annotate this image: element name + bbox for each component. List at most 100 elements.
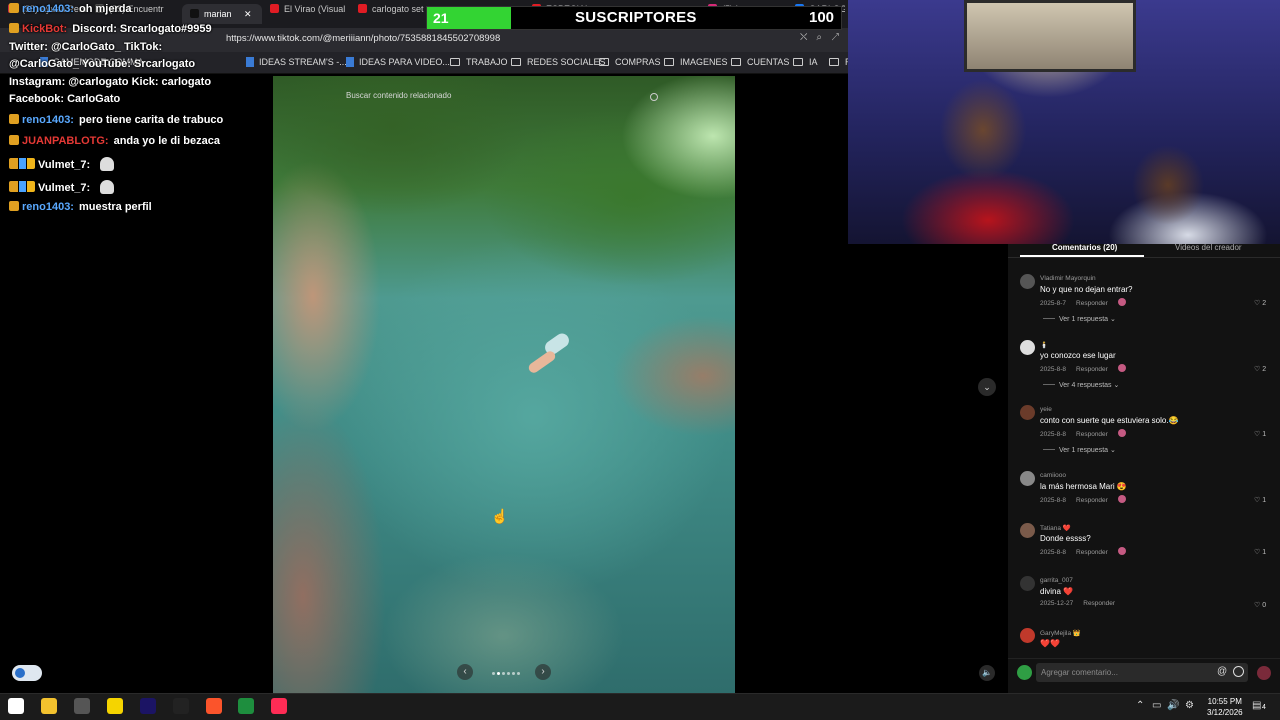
bookmark-label: REDES SOCIALES [527, 57, 606, 67]
chat-message: KickBot: Discord: Srcarlogato#9959 [9, 23, 212, 35]
bookmark-item[interactable]: REDES SOCIALES [511, 57, 606, 67]
comment-date: 2025-8-8 [1040, 431, 1067, 438]
reply-button[interactable]: Responder [1076, 497, 1108, 504]
volume-icon[interactable]: 🔈 [979, 665, 995, 681]
browser-tab[interactable]: El Virao (Visual [270, 4, 355, 24]
comment-username[interactable]: 🕯️ [1040, 341, 1048, 349]
sticky-notes-icon[interactable] [107, 698, 123, 714]
comment-username[interactable]: camiiooo [1040, 472, 1066, 479]
file-explorer-icon[interactable] [41, 698, 57, 714]
like-button[interactable]: ♡ 1 [1254, 496, 1266, 504]
heart-icon: ♡ [1254, 300, 1263, 307]
divider [1043, 449, 1055, 450]
creator-liked-icon [1117, 429, 1126, 437]
like-count: 1 [1262, 497, 1267, 504]
like-button[interactable]: ♡ 1 [1254, 548, 1266, 556]
comment-date: 2025-8-7 [1040, 300, 1067, 307]
subscriber-count: 21 [433, 10, 449, 26]
avatar[interactable] [1020, 471, 1035, 486]
reply-button[interactable]: Responder [1076, 431, 1108, 438]
avatar[interactable] [1020, 523, 1035, 538]
heart-icon: ♡ [1254, 431, 1263, 438]
bookmark-item[interactable]: COMPRAS [599, 57, 661, 67]
chat-text: Twitter: @CarloGato_ TikTok: [9, 41, 163, 53]
browser-tab[interactable]: marian ✕ [182, 4, 262, 24]
avatar[interactable] [1020, 628, 1035, 643]
translate-icon[interactable]: ⛌ [800, 32, 816, 43]
view-replies-button[interactable]: Ver 4 respuestas ⌄ [1043, 381, 1119, 389]
tab-comments[interactable]: Comentarios (20) [1052, 243, 1117, 252]
reply-button[interactable]: Responder [1083, 600, 1115, 607]
carousel-prev-button[interactable]: ‹ [457, 664, 473, 680]
url-text[interactable]: https://www.tiktok.com/@meriiiann/photo/… [226, 33, 500, 44]
chat-message: Instagram: @carlogato Kick: carlogato [9, 76, 211, 88]
like-button[interactable]: ♡ 2 [1254, 365, 1266, 373]
bookmark-item[interactable]: CUENTAS [731, 57, 789, 67]
carousel-next-button[interactable]: › [535, 664, 551, 680]
toggle-switch[interactable] [12, 665, 42, 681]
ghost-emote-icon [100, 180, 115, 194]
like-count: 1 [1262, 549, 1267, 556]
bookmark-item[interactable]: IMAGENES [664, 57, 728, 67]
chat-text: anda yo le di bezaca [113, 135, 220, 147]
comment-username[interactable]: yeie [1040, 406, 1052, 413]
creator-liked-icon [1117, 364, 1126, 372]
bookmark-label: IDEAS STREAM'S -... [259, 57, 347, 67]
speaker-icon[interactable]: 🔊 [1167, 700, 1179, 711]
clock[interactable]: 10:55 PM 3/12/2026 [1207, 696, 1243, 718]
avatar[interactable] [1020, 576, 1035, 591]
capcut-icon[interactable] [173, 698, 189, 714]
chevron-up-icon[interactable]: ⌃ [1136, 700, 1144, 711]
chat-message: Facebook: CarloGato [9, 93, 120, 105]
mention-icon[interactable]: @ [1217, 666, 1227, 677]
like-button[interactable]: ♡ 0 [1254, 601, 1266, 609]
chevron-down-icon[interactable]: ⌄ [978, 378, 996, 396]
avatar[interactable] [1020, 405, 1035, 420]
post-comment-button[interactable] [1257, 666, 1271, 680]
favicon-icon [358, 4, 367, 13]
folder-icon [731, 58, 741, 66]
comment-username[interactable]: Vladimir Mayorquin [1040, 275, 1096, 282]
comment-date: 2025-8-8 [1040, 549, 1067, 556]
address-bar-actions[interactable]: ⛌⌕↗ [800, 32, 848, 43]
avatar[interactable] [1020, 274, 1035, 289]
search-icon[interactable] [650, 93, 658, 101]
view-replies-button[interactable]: Ver 1 respuesta ⌄ [1043, 315, 1116, 323]
notification-icon[interactable]: ▤ [1252, 700, 1261, 711]
comment-username[interactable]: GaryMejila 👑 [1040, 629, 1081, 637]
tab-creator-videos[interactable]: Videos del creador [1175, 243, 1242, 252]
like-button[interactable]: ♡ 1 [1254, 430, 1266, 438]
like-button[interactable]: ♡ 2 [1254, 299, 1266, 307]
comment-username[interactable]: garrita_007 [1040, 577, 1073, 584]
brave-icon[interactable] [206, 698, 222, 714]
bookmark-item[interactable]: IA [793, 57, 818, 67]
obs-icon[interactable] [74, 698, 90, 714]
tiktok-icon[interactable] [271, 698, 287, 714]
tab-label: carlogato set [372, 4, 424, 14]
reply-button[interactable]: Responder [1076, 549, 1108, 556]
network-icon[interactable]: ▭ [1152, 700, 1161, 711]
avatar[interactable] [1020, 340, 1035, 355]
emoji-icon[interactable] [1233, 666, 1244, 677]
chat-message: @CarloGato_ YouTube: Srcarlogato [9, 58, 195, 70]
reply-button[interactable]: Responder [1076, 366, 1108, 373]
reply-button[interactable]: Responder [1076, 300, 1108, 307]
comment-username[interactable]: Tatiana ❤️ [1040, 524, 1071, 532]
view-replies-button[interactable]: Ver 1 respuesta ⌄ [1043, 446, 1116, 454]
share-icon[interactable]: ↗ [831, 32, 848, 43]
bookmark-item[interactable]: TRABAJO [450, 57, 508, 67]
document-icon [246, 57, 254, 67]
windows-start-icon[interactable] [8, 698, 24, 714]
browser-tab[interactable]: carlogato set [358, 4, 428, 24]
clock-date: 3/12/2026 [1207, 708, 1243, 717]
zoom-icon[interactable]: ⌕ [816, 32, 831, 43]
close-icon[interactable]: ✕ [242, 9, 252, 19]
sheets-icon[interactable] [238, 698, 254, 714]
bookmark-item[interactable]: IDEAS STREAM'S -... [246, 57, 347, 67]
related-search[interactable]: Buscar contenido relacionado [346, 91, 664, 100]
bookmark-item[interactable]: IDEAS PARA VIDEO... [346, 57, 450, 67]
gear-icon[interactable]: ⚙ [1185, 700, 1194, 711]
chat-badge-icon [9, 3, 19, 13]
tiktok-photo[interactable] [273, 76, 735, 693]
premiere-icon[interactable] [140, 698, 156, 714]
